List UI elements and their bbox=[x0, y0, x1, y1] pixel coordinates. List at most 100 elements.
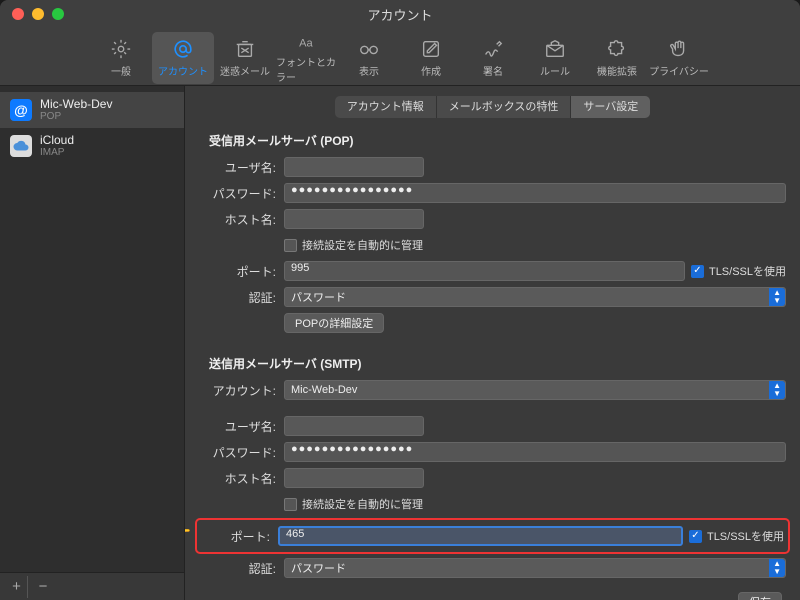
segmented-control: アカウント情報 メールボックスの特性 サーバ設定 bbox=[335, 96, 651, 118]
content-area: @ Mic-Web-Dev POP iCloud IMAP bbox=[0, 86, 800, 600]
incoming-automanage-checkbox[interactable]: 接続設定を自動的に管理 bbox=[284, 237, 423, 253]
preferences-toolbar: 一般 アカウント 迷惑メール Aa フォントとカラー 表示 作成 署名 ルール bbox=[0, 28, 800, 86]
outgoing-tls-checkbox[interactable]: TLS/SSLを使用 bbox=[689, 528, 784, 544]
user-label: ユーザ名: bbox=[199, 418, 284, 435]
incoming-port-input[interactable]: 995 bbox=[284, 261, 685, 281]
incoming-host-input[interactable] bbox=[284, 209, 424, 229]
add-account-button[interactable]: + bbox=[6, 576, 28, 598]
port-label: ポート: bbox=[201, 528, 278, 545]
toolbar-fonts[interactable]: Aa フォントとカラー bbox=[276, 32, 338, 84]
account-type: IMAP bbox=[40, 147, 74, 158]
incoming-host-row: ホスト名: bbox=[199, 207, 786, 231]
auth-label: 認証: bbox=[199, 289, 284, 306]
host-label: ホスト名: bbox=[199, 470, 284, 487]
outgoing-auth-row: 認証: パスワード ▲▼ bbox=[199, 556, 786, 580]
toolbar-extensions[interactable]: 機能拡張 bbox=[586, 32, 648, 84]
footer: 保存 bbox=[199, 592, 786, 600]
sidebar-account-mic-web-dev[interactable]: @ Mic-Web-Dev POP bbox=[0, 92, 184, 128]
tab-server-settings[interactable]: サーバ設定 bbox=[571, 96, 650, 118]
toolbar-composing[interactable]: 作成 bbox=[400, 32, 462, 84]
cloud-icon bbox=[10, 135, 32, 157]
sidebar-account-icloud[interactable]: iCloud IMAP bbox=[0, 128, 184, 164]
toolbar-junk[interactable]: 迷惑メール bbox=[214, 32, 276, 84]
svg-text:Aa: Aa bbox=[299, 37, 313, 49]
toolbar-privacy[interactable]: プライバシー bbox=[648, 32, 710, 84]
outgoing-password-input[interactable]: ●●●●●●●●●●●●●●●● bbox=[284, 442, 786, 462]
outgoing-auth-select[interactable]: パスワード ▲▼ bbox=[284, 558, 786, 578]
account-label: アカウント: bbox=[199, 382, 284, 399]
at-icon: @ bbox=[10, 99, 32, 121]
password-label: パスワード: bbox=[199, 444, 284, 461]
chevron-updown-icon: ▲▼ bbox=[773, 560, 781, 576]
window-controls bbox=[12, 8, 64, 20]
toolbar-general[interactable]: 一般 bbox=[90, 32, 152, 84]
rules-icon bbox=[544, 38, 566, 60]
outgoing-automanage-row: 接続設定を自動的に管理 bbox=[199, 492, 786, 516]
outgoing-host-row: ホスト名: bbox=[199, 466, 786, 490]
toolbar-rules[interactable]: ルール bbox=[524, 32, 586, 84]
outgoing-port-row: ポート: 465 TLS/SSLを使用 bbox=[201, 524, 784, 548]
checkbox-icon bbox=[689, 530, 702, 543]
account-name: iCloud bbox=[40, 134, 74, 147]
checkbox-icon bbox=[284, 498, 297, 511]
close-icon[interactable] bbox=[12, 8, 24, 20]
hand-icon bbox=[668, 38, 690, 60]
port-label: ポート: bbox=[199, 263, 284, 280]
glasses-icon bbox=[358, 38, 380, 60]
outgoing-header: 送信用メールサーバ (SMTP) bbox=[209, 355, 786, 372]
chevron-updown-icon: ▲▼ bbox=[773, 382, 781, 398]
outgoing-port-input[interactable]: 465 bbox=[278, 526, 683, 546]
minimize-icon[interactable] bbox=[32, 8, 44, 20]
tab-mailbox-behaviors[interactable]: メールボックスの特性 bbox=[437, 96, 572, 118]
settings-panel: アカウント情報 メールボックスの特性 サーバ設定 受信用メールサーバ (POP)… bbox=[185, 86, 800, 600]
remove-account-button[interactable]: − bbox=[32, 576, 54, 598]
user-label: ユーザ名: bbox=[199, 159, 284, 176]
zoom-icon[interactable] bbox=[52, 8, 64, 20]
sidebar-footer: + − bbox=[0, 572, 184, 600]
toolbar-accounts[interactable]: アカウント bbox=[152, 32, 214, 84]
checkbox-icon bbox=[691, 265, 704, 278]
pointing-hand-icon: 👉 bbox=[185, 523, 191, 543]
tab-bar: アカウント情報 メールボックスの特性 サーバ設定 bbox=[199, 96, 786, 118]
account-type: POP bbox=[40, 111, 112, 122]
outgoing-user-row: ユーザ名: bbox=[199, 414, 786, 438]
at-icon bbox=[172, 38, 194, 60]
save-button[interactable]: 保存 bbox=[738, 592, 782, 600]
puzzle-icon bbox=[606, 38, 628, 60]
account-name: Mic-Web-Dev bbox=[40, 98, 112, 111]
incoming-user-row: ユーザ名: bbox=[199, 155, 786, 179]
incoming-port-row: ポート: 995 TLS/SSLを使用 bbox=[199, 259, 786, 283]
incoming-auth-select[interactable]: パスワード ▲▼ bbox=[284, 287, 786, 307]
incoming-tls-checkbox[interactable]: TLS/SSLを使用 bbox=[691, 263, 786, 279]
outgoing-account-select[interactable]: Mic-Web-Dev ▲▼ bbox=[284, 380, 786, 400]
outgoing-host-input[interactable] bbox=[284, 468, 424, 488]
signature-icon bbox=[482, 38, 504, 60]
auth-label: 認証: bbox=[199, 560, 284, 577]
window-title: アカウント bbox=[367, 5, 432, 24]
incoming-password-input[interactable]: ●●●●●●●●●●●●●●●● bbox=[284, 183, 786, 203]
titlebar: アカウント bbox=[0, 0, 800, 28]
incoming-user-input[interactable] bbox=[284, 157, 424, 177]
tab-account-info[interactable]: アカウント情報 bbox=[335, 96, 437, 118]
host-label: ホスト名: bbox=[199, 211, 284, 228]
compose-icon bbox=[420, 38, 442, 60]
incoming-automanage-row: 接続設定を自動的に管理 bbox=[199, 233, 786, 257]
outgoing-password-row: パスワード: ●●●●●●●●●●●●●●●● bbox=[199, 440, 786, 464]
outgoing-user-input[interactable] bbox=[284, 416, 424, 436]
incoming-password-row: パスワード: ●●●●●●●●●●●●●●●● bbox=[199, 181, 786, 205]
chevron-updown-icon: ▲▼ bbox=[773, 289, 781, 305]
trash-icon bbox=[234, 38, 256, 60]
password-label: パスワード: bbox=[199, 185, 284, 202]
incoming-header: 受信用メールサーバ (POP) bbox=[209, 132, 786, 149]
accounts-sidebar: @ Mic-Web-Dev POP iCloud IMAP bbox=[0, 86, 185, 600]
preferences-window: アカウント 一般 アカウント 迷惑メール Aa フォントとカラー 表示 作成 bbox=[0, 0, 800, 600]
font-icon: Aa bbox=[296, 32, 318, 51]
outgoing-automanage-checkbox[interactable]: 接続設定を自動的に管理 bbox=[284, 496, 423, 512]
toolbar-signatures[interactable]: 署名 bbox=[462, 32, 524, 84]
highlight-annotation: 👉 ポート: 465 TLS/SSLを使用 bbox=[195, 518, 790, 554]
gear-icon bbox=[110, 38, 132, 60]
incoming-auth-row: 認証: パスワード ▲▼ bbox=[199, 285, 786, 309]
pop-advanced-button[interactable]: POPの詳細設定 bbox=[284, 313, 384, 333]
toolbar-viewing[interactable]: 表示 bbox=[338, 32, 400, 84]
incoming-advanced-row: POPの詳細設定 bbox=[199, 311, 786, 335]
